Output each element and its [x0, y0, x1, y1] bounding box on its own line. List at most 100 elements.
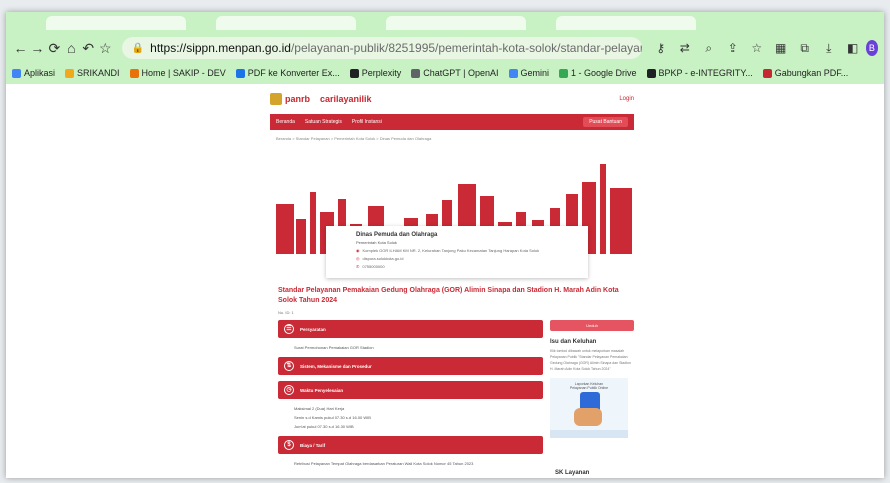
nav-beranda[interactable]: Beranda	[276, 119, 295, 125]
bookmark-item[interactable]: Aplikasi	[12, 68, 55, 78]
site-nav: Beranda Satuan Strategis Profil Instansi…	[270, 114, 634, 130]
bookmark-item[interactable]: SRIKANDI	[65, 68, 120, 78]
agency-email[interactable]: dispora.solokkota.go.id	[363, 256, 404, 261]
panrb-logo[interactable]: panrb	[270, 93, 310, 105]
page-title: Standar Pelayanan Pemakaian Gedung Olahr…	[278, 287, 619, 304]
section-header[interactable]: ◷ Waktu Penyelesaian	[278, 381, 543, 399]
bookmark-favicon-icon	[235, 68, 245, 78]
agency-phone-row: ✆ 0755000000	[356, 264, 580, 269]
main-content: ☰ Persyaratan Surat Permohonan Pemakaian G…	[278, 320, 543, 473]
download-icon[interactable]: ⤓	[820, 41, 838, 56]
report-card-label: Laporkan Keluhan Pelayanan Publik Online	[569, 382, 609, 390]
reload-icon[interactable]: ⟳	[46, 40, 63, 57]
section-title: Waktu Penyelesaian	[300, 387, 344, 393]
nav-profil-instansi[interactable]: Profil Instansi	[352, 119, 382, 125]
bookmark-label: BPKP - e-INTEGRITY...	[658, 68, 753, 78]
bookmark-favicon-icon	[762, 68, 772, 78]
bookmark-label: Perplexity	[361, 68, 402, 78]
lock-icon: 🔒	[131, 42, 145, 54]
bookmark-favicon-icon	[129, 68, 139, 78]
url-bar[interactable]: 🔒 https://sippn.menpan.go.id /pelayanan-…	[121, 37, 642, 59]
sidebar-text: Klik tombol dibawah untuk melaporkan mas…	[550, 349, 631, 371]
section-header[interactable]: ⇅ Sistem, Mekanisme dan Prosedur	[278, 357, 543, 375]
site-header: panrb carilayanilik Login	[270, 88, 634, 110]
bookmark-item[interactable]: PDF ke Konverter Ex...	[235, 68, 340, 78]
forward-icon[interactable]: →	[29, 40, 46, 56]
unduh-button[interactable]: Unduh	[550, 320, 634, 331]
share-icon[interactable]: ⇪	[724, 41, 742, 56]
bookmark-item[interactable]: Perplexity	[349, 68, 402, 78]
star-icon[interactable]: ☆	[748, 41, 766, 56]
undo-icon[interactable]: ↶	[80, 40, 97, 57]
bookmark-item[interactable]: ChatGPT | OpenAI	[411, 68, 499, 78]
browser-window: ← → ⟳ ⌂ ↶ ☆ 🔒 https://sippn.menpan.go.id…	[6, 12, 884, 478]
browser-tab[interactable]	[556, 16, 696, 30]
zoom-icon[interactable]: ⌕	[700, 41, 718, 56]
section-header[interactable]: ☰ Persyaratan	[278, 320, 543, 338]
section-item: Surat Permohonan Pemakaian GOR Stadion	[294, 345, 374, 350]
browser-tab[interactable]	[386, 16, 526, 30]
section-item: Retribusi Pelayanan Tempat Olahraga berd…	[294, 461, 474, 466]
bookmark-favicon-icon	[65, 68, 75, 78]
section-item: Jum'at pukul 07.30 s.d 16.30 WIB	[294, 424, 354, 429]
bookmark-favicon-icon	[646, 68, 656, 78]
sidepanel-icon[interactable]: ◧	[844, 41, 862, 56]
tab-search-icon[interactable]: ⧉	[796, 41, 814, 56]
bookmark-label: SRIKANDI	[77, 68, 120, 78]
clock-icon: ◷	[284, 385, 294, 395]
bookmark-favicon-icon	[559, 68, 569, 78]
bookmark-label: Aplikasi	[24, 68, 56, 78]
bookmark-item[interactable]: 1 - Google Drive	[559, 68, 637, 78]
bookmark-label: Home | SAKIP - DEV	[141, 68, 226, 78]
bookmark-item[interactable]: Gemini	[508, 68, 549, 78]
agency-address: Komplek GOR ILHAM KM NR. 2, Kelurahan Ta…	[362, 248, 540, 253]
key-icon[interactable]: ⚷	[652, 41, 670, 56]
agency-address-row: ◉ Komplek GOR ILHAM KM NR. 2, Kelurahan …	[356, 248, 580, 253]
sidebar-title: Isu dan Keluhan	[550, 339, 597, 345]
section-header[interactable]: $ Biaya / Tarif	[278, 436, 543, 454]
web-page: panrb carilayanilik Login Beranda Satuan…	[6, 84, 884, 478]
back-icon[interactable]: ←	[12, 40, 29, 56]
section-body: Surat Permohonan Pemakaian GOR Stadion	[278, 338, 543, 357]
coin-icon: $	[284, 440, 294, 450]
nav-satuan-strategis[interactable]: Satuan Strategis	[305, 119, 342, 125]
translate-icon[interactable]: ⇄	[676, 41, 694, 56]
section-body: Maksimal 2 (Dua) Hari Kerja Senin s.d Kam…	[278, 399, 543, 436]
browser-tab[interactable]	[46, 16, 186, 30]
section-item: Maksimal 2 (Dua) Hari Kerja	[294, 406, 345, 411]
service-id: No. ID: 1	[278, 310, 294, 315]
clipboard-icon: ☰	[284, 324, 294, 334]
flow-icon: ⇅	[284, 361, 294, 371]
sidebar: Unduh Isu dan Keluhan Klik tombol dibawa…	[550, 320, 634, 438]
home-icon[interactable]: ⌂	[63, 40, 80, 56]
report-complaint-card[interactable]: Laporkan Keluhan Pelayanan Publik Online	[550, 378, 628, 438]
bookmark-item[interactable]: BPKP - e-INTEGRITY...	[646, 68, 753, 78]
sk-layanan-title: SK Layanan	[555, 470, 590, 476]
location-icon: ◉	[356, 248, 360, 253]
agency-name: Dinas Pemuda dan Olahraga	[356, 232, 438, 238]
bookmark-favicon-icon	[508, 68, 518, 78]
section-title: Biaya / Tarif	[300, 442, 326, 448]
ground-illustration	[550, 430, 628, 438]
address-toolbar: ← → ⟳ ⌂ ↶ ☆ 🔒 https://sippn.menpan.go.id…	[6, 34, 884, 62]
web-icon: ◎	[356, 256, 360, 261]
panrb-logo-text: panrb	[285, 94, 311, 104]
agency-card: Dinas Pemuda dan Olahraga Pemerintah Kot…	[326, 226, 588, 278]
browser-tab[interactable]	[216, 16, 356, 30]
breadcrumb: Beranda > Standar Pelayanan > Pemerintah…	[276, 136, 432, 141]
phone-icon: ✆	[356, 264, 360, 269]
agency-parent: Pemerintah Kota Solok	[356, 240, 397, 245]
bookmark-item[interactable]: Home | SAKIP - DEV	[129, 68, 226, 78]
profile-avatar[interactable]: B	[865, 40, 879, 56]
bookmark-star-icon[interactable]: ☆	[97, 40, 114, 57]
carilayanilik-logo[interactable]: carilayanilik	[320, 94, 372, 104]
login-link[interactable]: Login	[619, 96, 634, 102]
bookmark-label: Gabungkan PDF...	[774, 68, 849, 78]
url-host: https://sippn.menpan.go.id	[150, 41, 291, 55]
section-item: Senin s.d Kamis pukul 07.30 s.d 16.00 WI…	[294, 415, 371, 420]
nav-pusat-bantuan[interactable]: Pusat Bantuan	[583, 117, 628, 127]
section-title: Sistem, Mekanisme dan Prosedur	[300, 363, 372, 369]
bookmark-item[interactable]: Gabungkan PDF...	[762, 68, 849, 78]
extensions-icon[interactable]: ▦	[772, 41, 790, 56]
bookmark-label: 1 - Google Drive	[571, 68, 637, 78]
